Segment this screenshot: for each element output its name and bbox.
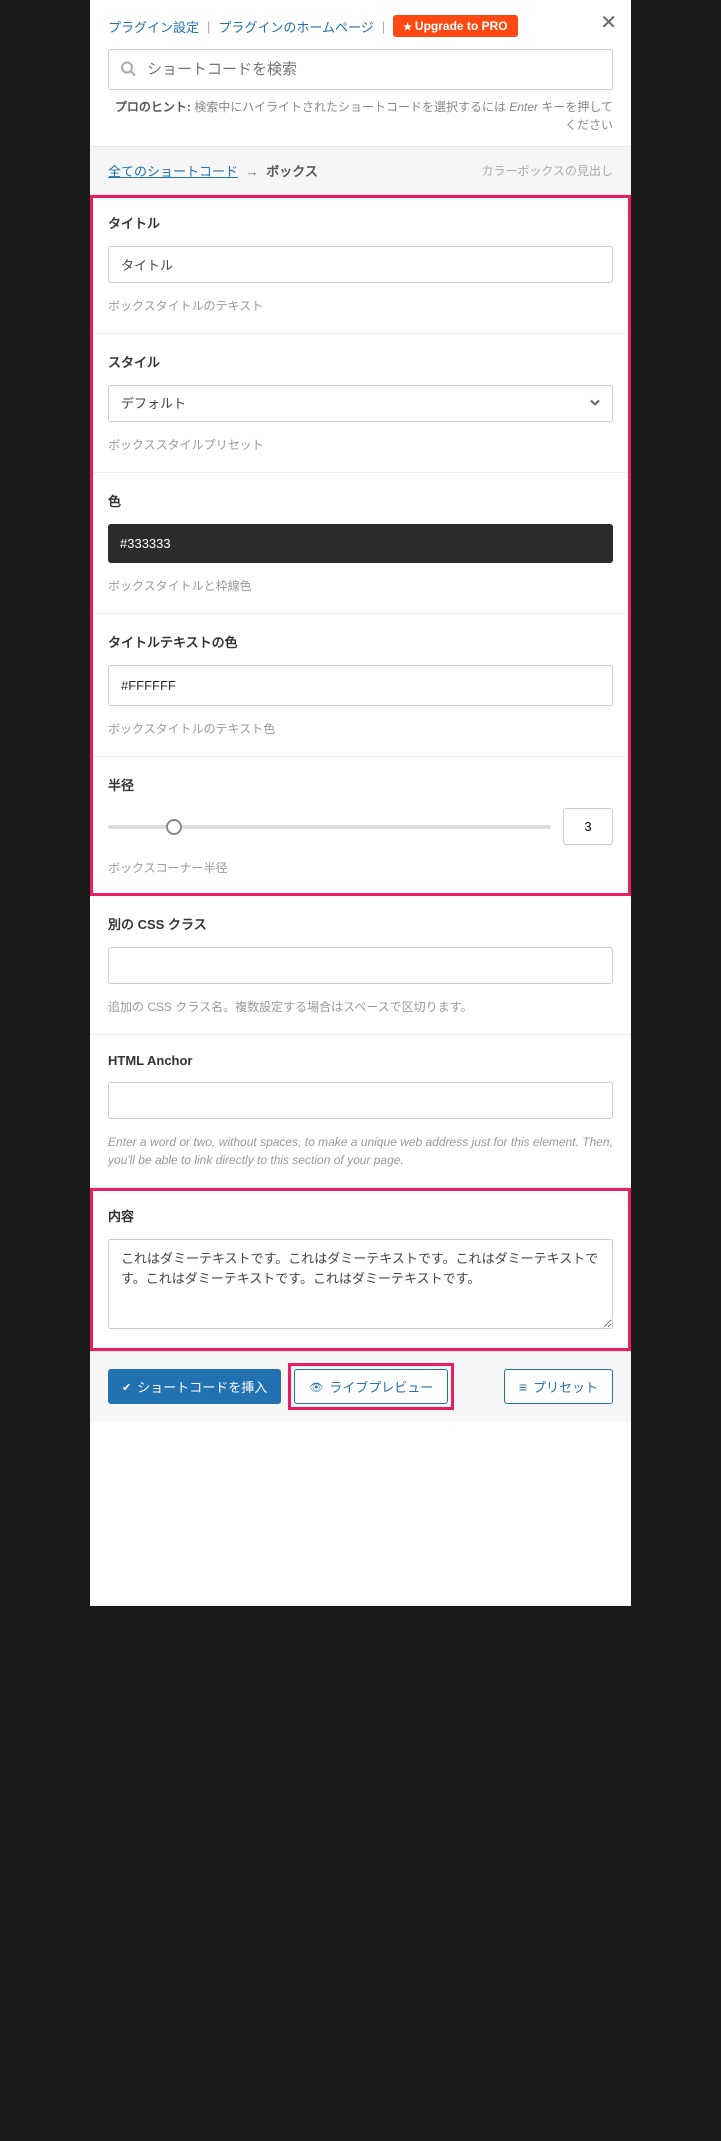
css-class-input[interactable] xyxy=(108,947,613,984)
search-hint: プロのヒント: 検索中にハイライトされたショートコードを選択するには Enter… xyxy=(108,98,613,134)
anchor-label: HTML Anchor xyxy=(108,1053,613,1068)
breadcrumb-subtitle: カラーボックスの見出し xyxy=(481,162,613,179)
color-label: 色 xyxy=(108,491,613,510)
color-picker[interactable]: #333333 xyxy=(108,524,613,563)
title-label: タイトル xyxy=(108,213,613,232)
hint-prefix: プロのヒント: xyxy=(115,100,191,114)
modal-footer: ショートコードを挿入 ライブプレビュー プリセット xyxy=(90,1351,631,1421)
field-title-color: タイトルテキストの色 #FFFFFF ボックスタイトルのテキスト色 xyxy=(90,614,631,757)
field-style: スタイル デフォルト ボックススタイルプリセット xyxy=(90,334,631,473)
breadcrumb: 全てのショートコード → ボックス xyxy=(108,161,318,180)
style-label: スタイル xyxy=(108,352,613,371)
separator: | xyxy=(207,19,210,34)
breadcrumb-arrow: → xyxy=(246,164,259,179)
field-css-class: 別の CSS クラス 追加の CSS クラス名。複数設定する場合はスペースで区切… xyxy=(90,896,631,1035)
anchor-help: Enter a word or two, without spaces, to … xyxy=(108,1133,613,1169)
content-textarea[interactable]: これはダミーテキストです。これはダミーテキストです。これはダミーテキストです。こ… xyxy=(108,1239,613,1329)
style-select[interactable]: デフォルト xyxy=(108,385,613,422)
header-links: プラグイン設定 | プラグインのホームページ | Upgrade to PRO xyxy=(108,15,613,37)
search-icon xyxy=(120,60,136,79)
style-help: ボックススタイルプリセット xyxy=(108,436,613,454)
insert-button[interactable]: ショートコードを挿入 xyxy=(108,1369,281,1404)
radius-slider[interactable] xyxy=(108,825,551,829)
preview-button[interactable]: ライブプレビュー xyxy=(294,1369,448,1404)
insert-button-label: ショートコードを挿入 xyxy=(137,1377,267,1396)
title-input[interactable] xyxy=(108,246,613,283)
style-select-wrap: デフォルト xyxy=(108,385,613,422)
radius-value-input[interactable] xyxy=(563,808,613,845)
field-radius: 半径 ボックスコーナー半径 xyxy=(90,757,631,896)
slider-thumb[interactable] xyxy=(166,819,182,835)
anchor-input[interactable] xyxy=(108,1082,613,1119)
radius-slider-row xyxy=(108,808,613,845)
title-color-help: ボックスタイトルのテキスト色 xyxy=(108,720,613,738)
css-class-help: 追加の CSS クラス名。複数設定する場合はスペースで区切ります。 xyxy=(108,998,613,1016)
breadcrumb-all-link[interactable]: 全てのショートコード xyxy=(108,164,238,179)
preset-button[interactable]: プリセット xyxy=(504,1369,613,1404)
preview-highlight: ライブプレビュー xyxy=(291,1366,451,1407)
field-content: 内容 これはダミーテキストです。これはダミーテキストです。これはダミーテキストで… xyxy=(90,1188,631,1351)
search-container xyxy=(108,49,613,90)
upgrade-button[interactable]: Upgrade to PRO xyxy=(393,15,517,37)
plugin-settings-link[interactable]: プラグイン設定 xyxy=(108,17,199,36)
title-help: ボックスタイトルのテキスト xyxy=(108,297,613,315)
menu-icon xyxy=(519,1379,527,1395)
search-input[interactable] xyxy=(108,49,613,90)
field-title: タイトル ボックスタイトルのテキスト xyxy=(90,195,631,334)
content-label: 内容 xyxy=(108,1206,613,1225)
shortcode-modal: ✕ プラグイン設定 | プラグインのホームページ | Upgrade to PR… xyxy=(90,0,631,1606)
highlighted-block-1: タイトル ボックスタイトルのテキスト スタイル デフォルト ボックススタイルプリ… xyxy=(90,195,631,896)
plugin-homepage-link[interactable]: プラグインのホームページ xyxy=(218,17,373,36)
check-icon xyxy=(122,1379,131,1394)
css-class-label: 別の CSS クラス xyxy=(108,914,613,933)
breadcrumb-bar: 全てのショートコード → ボックス カラーボックスの見出し xyxy=(90,146,631,195)
modal-header: プラグイン設定 | プラグインのホームページ | Upgrade to PRO … xyxy=(90,0,631,146)
field-color: 色 #333333 ボックスタイトルと枠線色 xyxy=(90,473,631,614)
radius-label: 半径 xyxy=(108,775,613,794)
title-color-picker[interactable]: #FFFFFF xyxy=(108,665,613,706)
title-color-label: タイトルテキストの色 xyxy=(108,632,613,651)
form-area: タイトル ボックスタイトルのテキスト スタイル デフォルト ボックススタイルプリ… xyxy=(90,195,631,1351)
radius-help: ボックスコーナー半径 xyxy=(108,859,613,877)
breadcrumb-current: ボックス xyxy=(266,164,318,179)
preset-button-label: プリセット xyxy=(533,1377,598,1396)
field-anchor: HTML Anchor Enter a word or two, without… xyxy=(90,1035,631,1188)
close-button[interactable]: ✕ xyxy=(600,10,617,35)
preview-button-label: ライブプレビュー xyxy=(329,1377,433,1396)
separator: | xyxy=(382,19,385,34)
eye-icon xyxy=(309,1379,323,1394)
color-help: ボックスタイトルと枠線色 xyxy=(108,577,613,595)
